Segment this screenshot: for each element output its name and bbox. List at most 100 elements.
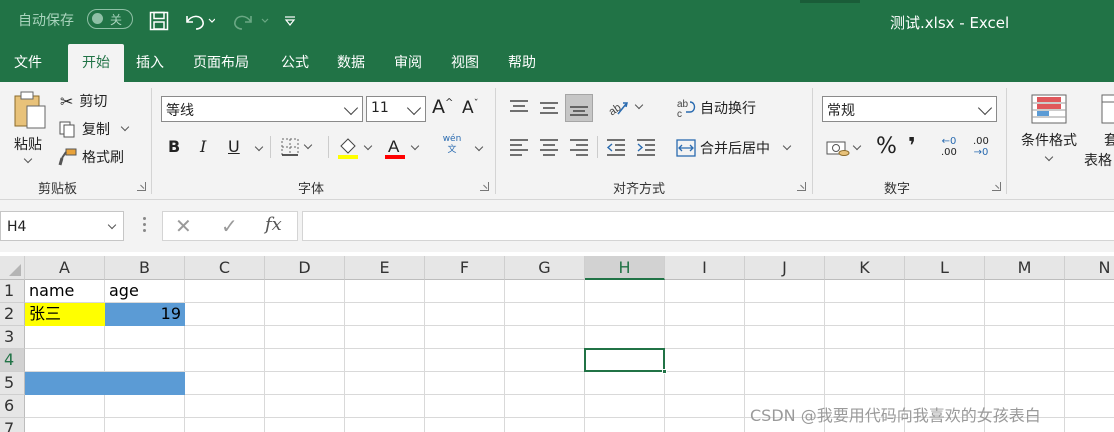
tab-formulas[interactable]: 公式 [275,44,315,82]
cut-button[interactable]: ✂ 剪切 [60,90,107,112]
paste-button[interactable]: 粘贴 [8,90,48,170]
alignment-group-label: 对齐方式 [613,182,666,197]
cancel-entry-icon[interactable]: ✕ [175,214,192,238]
undo-icon[interactable] [182,8,216,34]
column-header-c[interactable]: C [185,256,265,280]
phonetic-dropdown-icon[interactable] [474,142,484,152]
cell-a2[interactable]: 张三 [25,303,105,326]
decrease-font-size-button[interactable]: Aˇ [462,98,479,118]
increase-decimal-button[interactable]: ←0 .00 [941,136,957,158]
autosave-toggle[interactable]: 关 [87,9,133,29]
column-header-e[interactable]: E [345,256,425,280]
merge-center-button[interactable]: 合并后居中 [676,138,792,158]
bold-button[interactable]: B [168,137,180,156]
tab-data[interactable]: 数据 [331,44,371,82]
align-top-button[interactable] [509,98,529,116]
fill-color-button[interactable] [337,136,373,160]
formula-input[interactable] [302,211,1114,241]
increase-font-icon: A^ [432,96,454,118]
tab-help[interactable]: 帮助 [502,44,542,82]
cell-a1[interactable]: name [25,280,105,303]
align-left-button[interactable] [509,138,529,156]
increase-indent-button[interactable] [636,138,656,156]
align-top-icon [510,100,528,112]
tab-home[interactable]: 开始 [68,44,124,82]
accounting-format-button[interactable] [826,138,862,158]
separator [328,136,329,158]
wrap-text-icon: abc [677,99,696,118]
watermark: CSDN @我要用代码向我喜欢的女孩表白 [750,406,1041,425]
wrap-text-button[interactable]: ab c 自动换行 [676,98,756,118]
tab-view[interactable]: 视图 [445,44,485,82]
row-header-5[interactable]: 5 [0,372,25,395]
column-header-j[interactable]: J [745,256,825,280]
fill-bucket-icon [338,138,358,159]
format-painter-button[interactable]: 格式刷 [58,146,124,168]
align-middle-button[interactable] [539,98,559,116]
formula-bar-grip-icon[interactable] [143,217,146,233]
title-bar-accent [800,0,860,3]
column-header-i[interactable]: I [665,256,745,280]
clipboard-launcher-icon[interactable] [137,182,146,191]
column-header-n[interactable]: N [1065,256,1114,280]
column-header-a[interactable]: A [25,256,105,280]
column-header-b[interactable]: B [105,256,185,280]
align-bottom-button[interactable] [565,94,593,122]
tab-review[interactable]: 审阅 [388,44,428,82]
font-name-combo[interactable]: 等线 [161,96,363,122]
row-header-1[interactable]: 1 [0,280,25,303]
font-size-combo[interactable]: 11 [366,96,426,122]
cell-b2[interactable]: 19 [105,303,185,326]
italic-button[interactable]: I [200,137,206,156]
column-header-m[interactable]: M [985,256,1065,280]
decrease-indent-button[interactable] [606,138,626,156]
row-header-4[interactable]: 4 [0,349,25,372]
redo-icon[interactable] [230,8,270,34]
fill-handle[interactable] [662,369,667,374]
align-center-icon [540,139,558,156]
comma-style-button[interactable]: ❜ [908,134,916,159]
orientation-button[interactable]: ab [606,96,644,118]
tab-insert[interactable]: 插入 [130,44,170,82]
tab-page-layout[interactable]: 页面布局 [187,44,255,82]
column-header-k[interactable]: K [825,256,905,280]
font-launcher-icon[interactable] [480,182,489,191]
column-header-f[interactable]: F [425,256,505,280]
number-launcher-icon[interactable] [992,182,1001,191]
cell-b1[interactable]: age [105,280,185,303]
select-all-button[interactable] [0,256,25,280]
column-header-d[interactable]: D [265,256,345,280]
format-as-table-button[interactable]: 套 表格 [1084,94,1114,170]
confirm-entry-icon[interactable]: ✓ [221,214,238,238]
percent-style-button[interactable]: % [876,134,897,159]
increase-font-size-button[interactable]: A^ [432,96,453,118]
decrease-decimal-button[interactable]: .00 →0 [973,136,989,158]
row-header-6[interactable]: 6 [0,395,25,418]
align-right-button[interactable] [569,138,589,156]
row-header-7[interactable]: 7 [0,418,25,432]
align-center-button[interactable] [539,138,559,156]
font-color-button[interactable]: A [384,136,420,160]
format-as-table-icon [1101,94,1114,124]
insert-function-icon[interactable]: fx [265,214,282,235]
accounting-dropdown-icon [852,141,862,151]
underline-dropdown-icon[interactable] [254,142,264,152]
customize-quick-access-icon[interactable] [282,8,298,34]
conditional-formatting-button[interactable]: 条件格式 [1018,94,1080,162]
phonetic-guide-button[interactable]: wén 文 [440,134,464,156]
name-box[interactable]: H4 [0,211,124,241]
row-header-3[interactable]: 3 [0,326,25,349]
number-format-combo[interactable]: 常规 [822,96,997,122]
alignment-launcher-icon[interactable] [797,182,806,191]
tab-file[interactable]: 文件 [8,44,48,82]
column-header-l[interactable]: L [905,256,985,280]
column-header-g[interactable]: G [505,256,585,280]
column-header-h[interactable]: H [585,256,665,280]
row-header-2[interactable]: 2 [0,303,25,326]
underline-button[interactable]: U [228,137,240,156]
group-separator [495,88,496,194]
copy-button[interactable]: 复制 [58,118,130,140]
borders-button[interactable] [281,138,313,156]
save-icon[interactable] [146,8,172,34]
separator [597,136,598,158]
